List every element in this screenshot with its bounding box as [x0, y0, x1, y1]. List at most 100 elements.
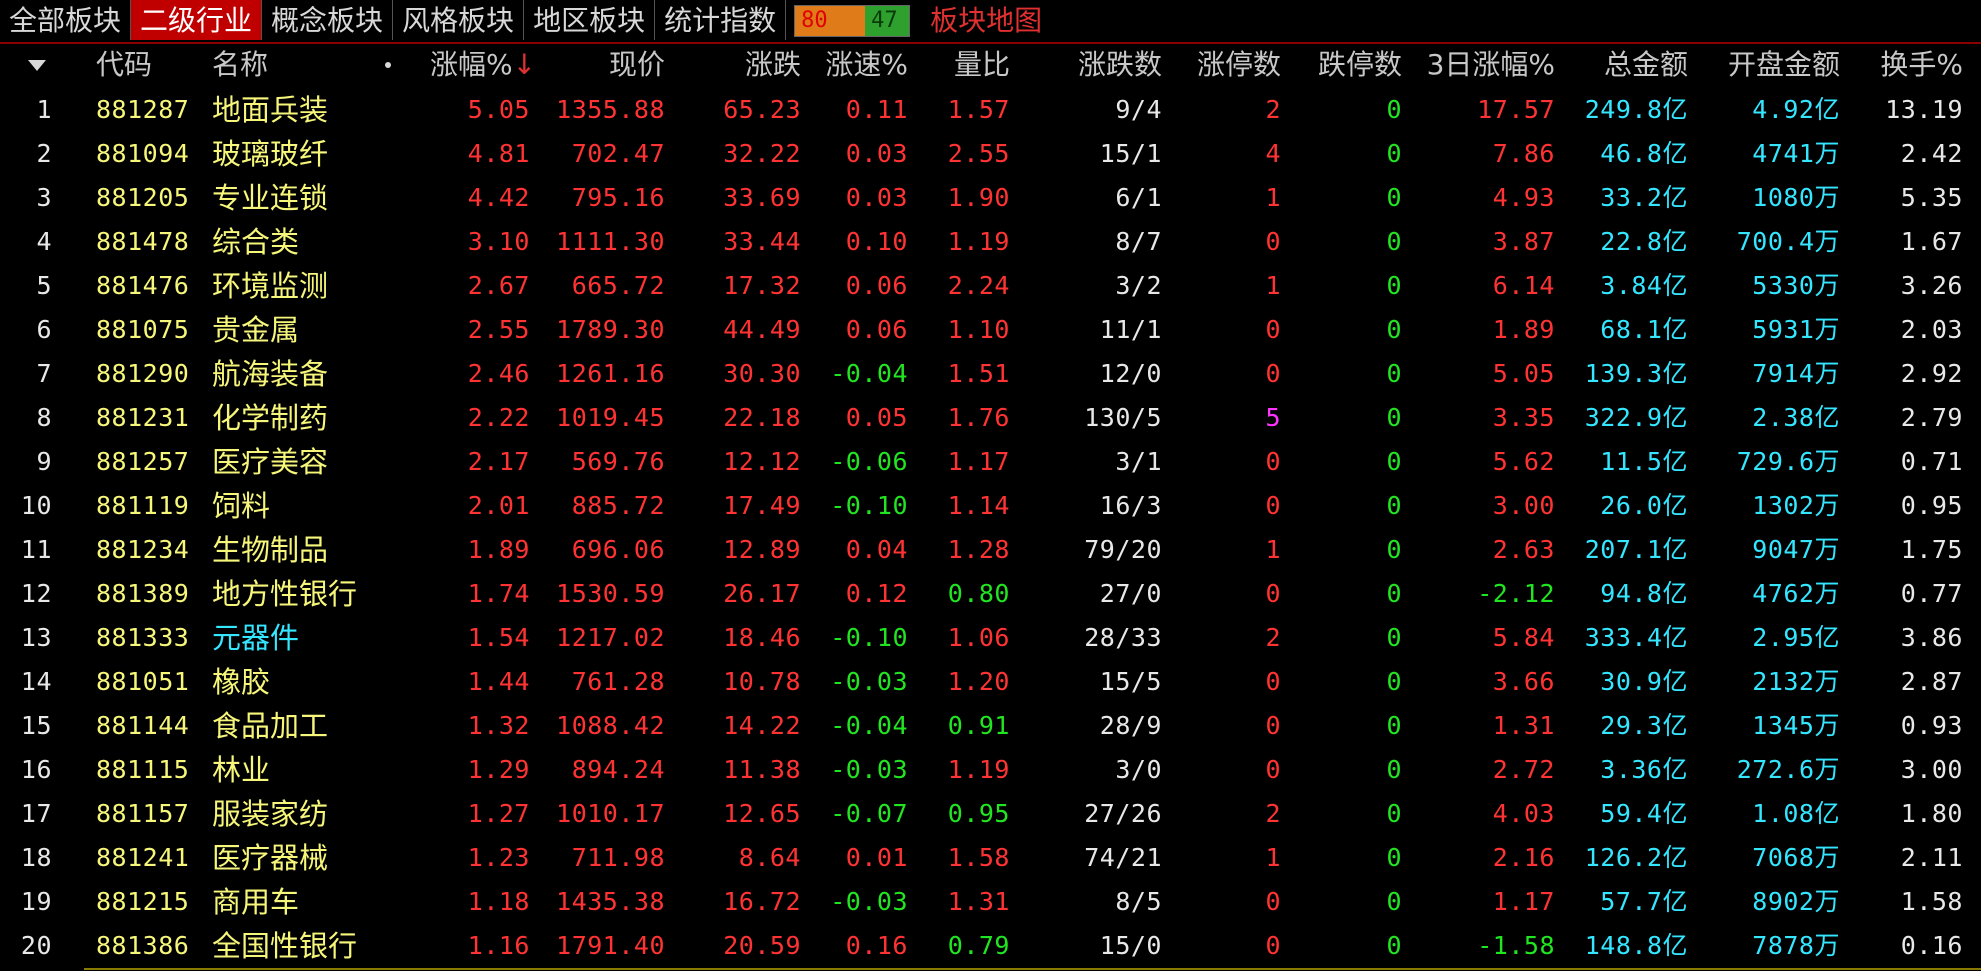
row-turnover: 13.19 [1885, 95, 1963, 124]
row-index: 13 [20, 623, 52, 652]
col-limit-up[interactable]: 涨停数 [1197, 46, 1281, 84]
row-name: 专业连锁 [212, 181, 329, 215]
row-limit-up: 0 [1265, 931, 1281, 960]
row-price: 1111.30 [556, 227, 665, 256]
table-row[interactable]: 14 881051 橡胶 1.44 761.28 10.78 -0.03 1.20 15/5 0 0… [0, 660, 1981, 704]
table-row[interactable]: 13 881333 元器件 1.54 1217.02 18.46 -0.10 1.06 28/3… [0, 616, 1981, 660]
col-turnover[interactable]: 换手% [1880, 46, 1963, 84]
row-open-amount: 2132万 [1752, 667, 1840, 696]
table-row[interactable]: 18 881241 医疗器械 1.23 711.98 8.64 0.01 1.58 74/21 1… [0, 836, 1981, 880]
row-price: 569.76 [571, 447, 665, 476]
row-index: 20 [20, 931, 52, 960]
row-change: 26.17 [723, 579, 801, 608]
row-limit-down: 0 [1386, 491, 1402, 520]
table-row[interactable]: 1 881287 地面兵装 5.05 1355.88 65.23 0.11 1.57 9/4 2 0… [0, 88, 1981, 132]
col-price[interactable]: 现价 [609, 46, 665, 84]
row-limit-up: 0 [1265, 227, 1281, 256]
row-name: 化学制药 [212, 401, 329, 435]
row-vol-ratio: 1.20 [947, 667, 1010, 696]
row-speed: -0.04 [830, 359, 908, 388]
row-code: 881205 [96, 183, 190, 212]
row-total-amount: 94.8亿 [1600, 579, 1688, 608]
row-pct: 2.22 [467, 403, 530, 432]
row-code: 881478 [96, 227, 190, 256]
row-change: 33.69 [723, 183, 801, 212]
table-row[interactable]: 15 881144 食品加工 1.32 1088.42 14.22 -0.04 0.91 28/… [0, 704, 1981, 748]
row-turnover: 3.26 [1900, 271, 1963, 300]
table-row[interactable]: 16 881115 林业 1.29 894.24 11.38 -0.03 1.19 3/0 0 0 2… [0, 748, 1981, 792]
row-speed: -0.04 [830, 711, 908, 740]
table-row[interactable]: 8 881231 化学制药 2.22 1019.45 22.18 0.05 1.76 130/5… [0, 396, 1981, 440]
row-vol-ratio: 1.51 [947, 359, 1010, 388]
table-row[interactable]: 10 881119 饲料 2.01 885.72 17.49 -0.10 1.14 16/3 0 0… [0, 484, 1981, 528]
row-vol-ratio: 1.10 [947, 315, 1010, 344]
row-limit-up: 1 [1265, 535, 1281, 564]
tab-secondary-industry[interactable]: 二级行业 [131, 0, 263, 40]
row-limit-up: 4 [1265, 139, 1281, 168]
row-name: 全国性银行 [212, 929, 358, 963]
col-pct3d[interactable]: 3日涨幅% [1427, 46, 1555, 84]
table-row[interactable]: 9 881257 医疗美容 2.17 569.76 12.12 -0.06 1.17 3/1 0 0… [0, 440, 1981, 484]
table-row[interactable]: 3 881205 专业连锁 4.42 795.16 33.69 0.03 1.90 6/1 1 0 4… [0, 176, 1981, 220]
row-pct3d: -2.12 [1477, 579, 1555, 608]
row-code: 881051 [96, 667, 190, 696]
row-change: 22.18 [723, 403, 801, 432]
table-row[interactable]: 7 881290 航海装备 2.46 1261.16 30.30 -0.04 1.51 12/0… [0, 352, 1981, 396]
row-limit-down: 0 [1386, 139, 1402, 168]
table-row[interactable]: 2 881094 玻璃玻纤 4.81 702.47 32.22 0.03 2.55 15/1 4 0… [0, 132, 1981, 176]
col-speed[interactable]: 涨速% [825, 46, 908, 84]
row-limit-down: 0 [1386, 315, 1402, 344]
row-pct: 2.17 [467, 447, 530, 476]
row-pct3d: -1.58 [1477, 931, 1555, 960]
col-name[interactable]: 名称 [212, 46, 268, 84]
table-row[interactable]: 12 881389 地方性银行 1.74 1530.59 26.17 0.12 0.80 27/… [0, 572, 1981, 616]
row-open-amount: 8902万 [1752, 887, 1840, 916]
row-pct3d: 1.31 [1492, 711, 1555, 740]
table-row[interactable]: 5 881476 环境监测 2.67 665.72 17.32 0.06 2.24 3/2 1 0 6… [0, 264, 1981, 308]
advance-count: 80 [795, 6, 866, 36]
row-speed: 0.01 [845, 843, 908, 872]
table-row[interactable]: 6 881075 贵金属 2.55 1789.30 44.49 0.06 1.10 11/1 0 0… [0, 308, 1981, 352]
table-row[interactable]: 11 881234 生物制品 1.89 696.06 12.89 0.04 1.28 79/20… [0, 528, 1981, 572]
tab-style-sectors[interactable]: 风格板块 [393, 0, 525, 40]
col-open-amount[interactable]: 开盘金额 [1728, 46, 1840, 84]
tab-statistics-index[interactable]: 统计指数 [655, 0, 787, 40]
table-bottom-divider [84, 968, 1981, 970]
row-speed: -0.10 [830, 623, 908, 652]
row-index: 17 [20, 799, 52, 828]
row-turnover: 5.35 [1900, 183, 1963, 212]
row-turnover: 3.00 [1900, 755, 1963, 784]
decline-count: 47 [865, 6, 910, 36]
row-updown-count: 28/9 [1099, 711, 1162, 740]
row-code: 881287 [96, 95, 190, 124]
col-limit-down[interactable]: 跌停数 [1318, 46, 1402, 84]
row-limit-up: 2 [1265, 799, 1281, 828]
col-vol-ratio[interactable]: 量比 [954, 46, 1010, 84]
row-change: 30.30 [723, 359, 801, 388]
tab-region-sectors[interactable]: 地区板块 [524, 0, 656, 40]
row-pct: 2.67 [467, 271, 530, 300]
col-code[interactable]: 代码 [96, 46, 152, 84]
table-row[interactable]: 19 881215 商用车 1.18 1435.38 16.72 -0.03 1.31 8/5 0… [0, 880, 1981, 924]
tab-concept-sectors[interactable]: 概念板块 [262, 0, 394, 40]
row-updown-count: 16/3 [1099, 491, 1162, 520]
col-updown-count[interactable]: 涨跌数 [1078, 46, 1162, 84]
sort-menu-triangle-icon[interactable] [28, 60, 46, 71]
tab-all-sectors[interactable]: 全部板块 [0, 0, 132, 40]
row-updown-count: 8/5 [1115, 887, 1162, 916]
col-pct[interactable]: 涨幅%↓ [430, 46, 536, 84]
row-updown-count: 3/0 [1115, 755, 1162, 784]
row-limit-up: 5 [1265, 403, 1281, 432]
table-row[interactable]: 17 881157 服装家纺 1.27 1010.17 12.65 -0.07 0.95 27/… [0, 792, 1981, 836]
row-pct: 2.46 [467, 359, 530, 388]
row-limit-down: 0 [1386, 95, 1402, 124]
sector-map-link[interactable]: 板块地图 [930, 0, 1042, 42]
col-total-amount[interactable]: 总金额 [1604, 46, 1688, 84]
table-row[interactable]: 20 881386 全国性银行 1.16 1791.40 20.59 0.16 0.79 15/… [0, 924, 1981, 968]
row-updown-count: 11/1 [1099, 315, 1162, 344]
col-change[interactable]: 涨跌 [745, 46, 801, 84]
row-index: 19 [20, 887, 52, 916]
row-name: 饲料 [212, 489, 271, 523]
row-pct: 1.16 [467, 931, 530, 960]
table-row[interactable]: 4 881478 综合类 3.10 1111.30 33.44 0.10 1.19 8/7 0 0 3… [0, 220, 1981, 264]
